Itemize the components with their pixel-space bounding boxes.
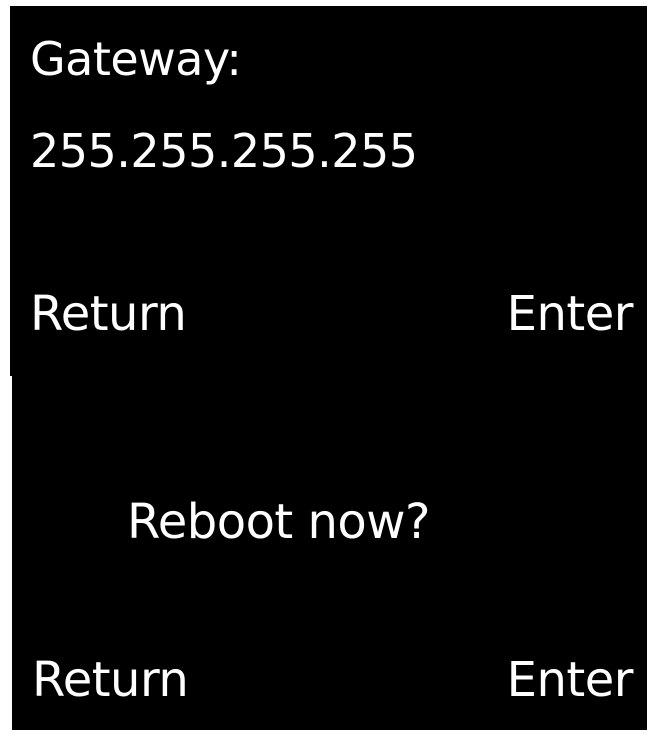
- return-button[interactable]: Return: [30, 290, 187, 338]
- screenshot-page: Gateway: 255.255.255.255 Return Enter Re…: [0, 0, 656, 738]
- enter-button[interactable]: Enter: [507, 290, 634, 338]
- return-button[interactable]: Return: [32, 656, 189, 704]
- enter-button[interactable]: Enter: [507, 656, 634, 704]
- gateway-screen: Gateway: 255.255.255.255 Return Enter: [10, 6, 647, 376]
- reboot-prompt: Reboot now?: [127, 494, 431, 550]
- gateway-label: Gateway:: [30, 32, 242, 86]
- gateway-value: 255.255.255.255: [30, 124, 418, 178]
- reboot-screen: Reboot now? Return Enter: [12, 376, 647, 730]
